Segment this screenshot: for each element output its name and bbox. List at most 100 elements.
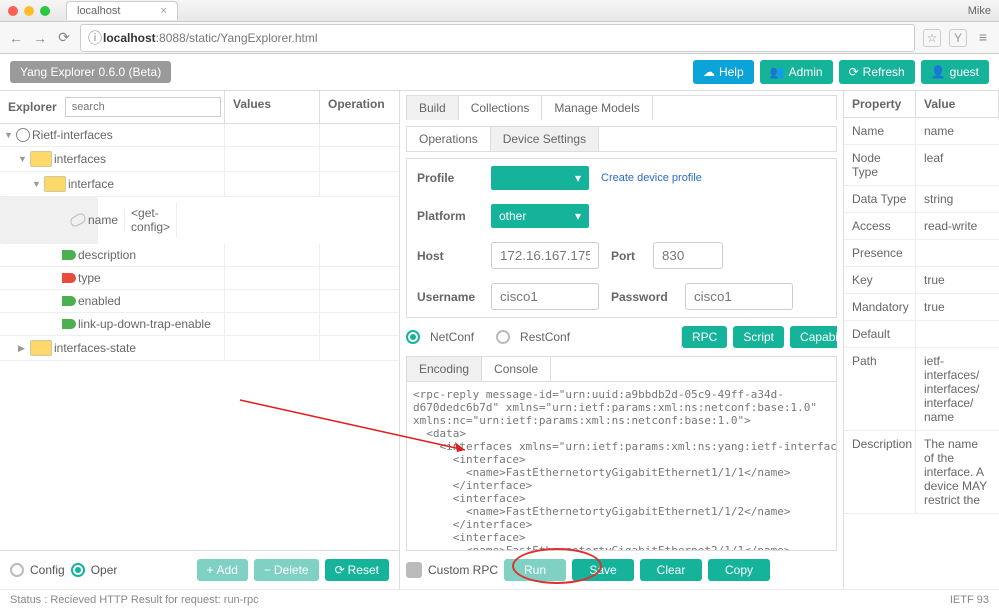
property-row: Node Typeleaf bbox=[844, 145, 999, 186]
key-icon bbox=[69, 212, 88, 229]
tree-label: name bbox=[88, 213, 118, 227]
tree-row[interactable]: description bbox=[0, 244, 399, 267]
platform-select[interactable]: other▾ bbox=[491, 204, 589, 228]
property-row: Keytrue bbox=[844, 267, 999, 294]
tab-console[interactable]: Console bbox=[482, 357, 551, 381]
main-tabs: Build Collections Manage Models bbox=[406, 95, 837, 120]
max-dot[interactable] bbox=[40, 6, 50, 16]
property-row: DescriptionThe name of the interface. A … bbox=[844, 431, 999, 514]
netconf-radio[interactable] bbox=[406, 330, 420, 344]
app-title: Yang Explorer 0.6.0 (Beta) bbox=[10, 61, 171, 83]
explorer-panel: Explorer Values Operation ▼ Rietf-interf… bbox=[0, 91, 400, 589]
property-row: Presence bbox=[844, 240, 999, 267]
min-dot[interactable] bbox=[24, 6, 34, 16]
github-icon: ☁ bbox=[703, 65, 715, 79]
custom-rpc-checkbox[interactable] bbox=[406, 562, 422, 578]
reload-icon[interactable]: ⟳ bbox=[56, 29, 72, 46]
password-input[interactable] bbox=[685, 283, 793, 310]
help-button[interactable]: ☁Help bbox=[693, 60, 754, 84]
tree-label: interfaces-state bbox=[54, 341, 136, 355]
back-icon[interactable]: ← bbox=[8, 30, 24, 46]
close-icon[interactable]: × bbox=[160, 5, 166, 17]
tab-operations[interactable]: Operations bbox=[407, 127, 491, 151]
fold-icon bbox=[44, 176, 66, 192]
leafg-icon bbox=[62, 296, 76, 306]
save-button[interactable]: Save bbox=[572, 559, 634, 581]
tree-row[interactable]: enabled bbox=[0, 290, 399, 313]
property-row: Data Typestring bbox=[844, 186, 999, 213]
tree-row[interactable]: link-up-down-trap-enable bbox=[0, 313, 399, 336]
close-dot[interactable] bbox=[8, 6, 18, 16]
run-button[interactable]: Run bbox=[504, 559, 566, 581]
property-row: Mandatorytrue bbox=[844, 294, 999, 321]
tab-title: localhost bbox=[77, 5, 120, 17]
minus-icon: − bbox=[264, 563, 271, 577]
delete-button[interactable]: −Delete bbox=[254, 559, 319, 581]
tree-label: interfaces bbox=[54, 152, 106, 166]
tree-label: description bbox=[78, 248, 136, 262]
property-row: Accessread-write bbox=[844, 213, 999, 240]
clear-button[interactable]: Clear bbox=[640, 559, 702, 581]
expand-icon[interactable]: ▼ bbox=[32, 179, 42, 189]
values-header: Values bbox=[225, 91, 320, 123]
tab-encoding[interactable]: Encoding bbox=[407, 357, 482, 381]
plus-icon: + bbox=[207, 563, 214, 577]
tree-row[interactable]: name<get-config> bbox=[0, 197, 98, 244]
tree-row[interactable]: ▼ Rietf-interfaces bbox=[0, 124, 399, 147]
guest-button[interactable]: 👤guest bbox=[921, 60, 989, 84]
reset-button[interactable]: ⟳Reset bbox=[325, 559, 389, 581]
username-input[interactable] bbox=[491, 283, 599, 310]
expand-icon[interactable]: ▼ bbox=[18, 154, 28, 164]
user-icon: 👤 bbox=[931, 65, 946, 79]
oper-radio[interactable] bbox=[71, 563, 85, 577]
tree-label: type bbox=[78, 271, 101, 285]
y-ext-icon[interactable]: Y bbox=[949, 29, 967, 47]
globe-icon bbox=[16, 128, 30, 142]
property-row: Default bbox=[844, 321, 999, 348]
config-radio[interactable] bbox=[10, 563, 24, 577]
host-input[interactable] bbox=[491, 242, 599, 269]
url-input[interactable]: ⓘ localhost:8088/static/YangExplorer.htm… bbox=[80, 24, 915, 52]
expand-icon[interactable]: ▶ bbox=[18, 343, 28, 354]
copy-button[interactable]: Copy bbox=[708, 559, 770, 581]
tree-label: Rietf-interfaces bbox=[32, 128, 113, 142]
star-icon[interactable]: ☆ bbox=[923, 29, 941, 47]
add-button[interactable]: +Add bbox=[197, 559, 248, 581]
tab-build[interactable]: Build bbox=[407, 96, 459, 120]
profile-select[interactable]: ▾ bbox=[491, 166, 589, 190]
leafg-icon bbox=[62, 250, 76, 260]
browser-tab[interactable]: localhost × bbox=[66, 1, 178, 20]
tab-device-settings[interactable]: Device Settings bbox=[491, 127, 599, 151]
create-profile-link[interactable]: Create device profile bbox=[601, 172, 702, 184]
tree-row[interactable]: ▼ interfaces bbox=[0, 147, 399, 172]
menu-icon[interactable]: ≡ bbox=[975, 29, 991, 47]
refresh-button[interactable]: ⟳Refresh bbox=[839, 60, 915, 84]
tree: ▼ Rietf-interfaces▼ interfaces▼ interfac… bbox=[0, 124, 399, 550]
tree-label: link-up-down-trap-enable bbox=[78, 317, 211, 331]
window-titlebar: localhost × Mike bbox=[0, 0, 999, 22]
leafr-icon bbox=[62, 273, 76, 283]
forward-icon[interactable]: → bbox=[32, 30, 48, 46]
tree-row[interactable]: ▼ interface bbox=[0, 172, 399, 197]
address-bar: ← → ⟳ ⓘ localhost:8088/static/YangExplor… bbox=[0, 22, 999, 54]
chevron-down-icon: ▾ bbox=[575, 209, 581, 223]
tree-row[interactable]: ▶ interfaces-state bbox=[0, 336, 399, 361]
search-input[interactable] bbox=[65, 97, 221, 117]
users-icon: 👥 bbox=[770, 65, 785, 79]
script-button[interactable]: Script bbox=[733, 326, 784, 348]
code-output[interactable]: <rpc-reply message-id="urn:uuid:a9bbdb2d… bbox=[406, 382, 837, 551]
admin-button[interactable]: 👥Admin bbox=[760, 60, 833, 84]
restconf-radio[interactable] bbox=[496, 330, 510, 344]
expand-icon[interactable]: ▼ bbox=[4, 130, 14, 140]
tree-label: enabled bbox=[78, 294, 121, 308]
rpc-button[interactable]: RPC bbox=[682, 326, 727, 348]
property-row: Pathietf-interfaces/ interfaces/ interfa… bbox=[844, 348, 999, 431]
leafg-icon bbox=[62, 319, 76, 329]
fold-icon bbox=[30, 151, 52, 167]
capabilities-button[interactable]: Capabilities bbox=[790, 326, 837, 348]
port-input[interactable] bbox=[653, 242, 723, 269]
tab-manage-models[interactable]: Manage Models bbox=[542, 96, 652, 120]
tree-row[interactable]: type bbox=[0, 267, 399, 290]
tab-collections[interactable]: Collections bbox=[459, 96, 543, 120]
reset-icon: ⟳ bbox=[335, 563, 345, 577]
